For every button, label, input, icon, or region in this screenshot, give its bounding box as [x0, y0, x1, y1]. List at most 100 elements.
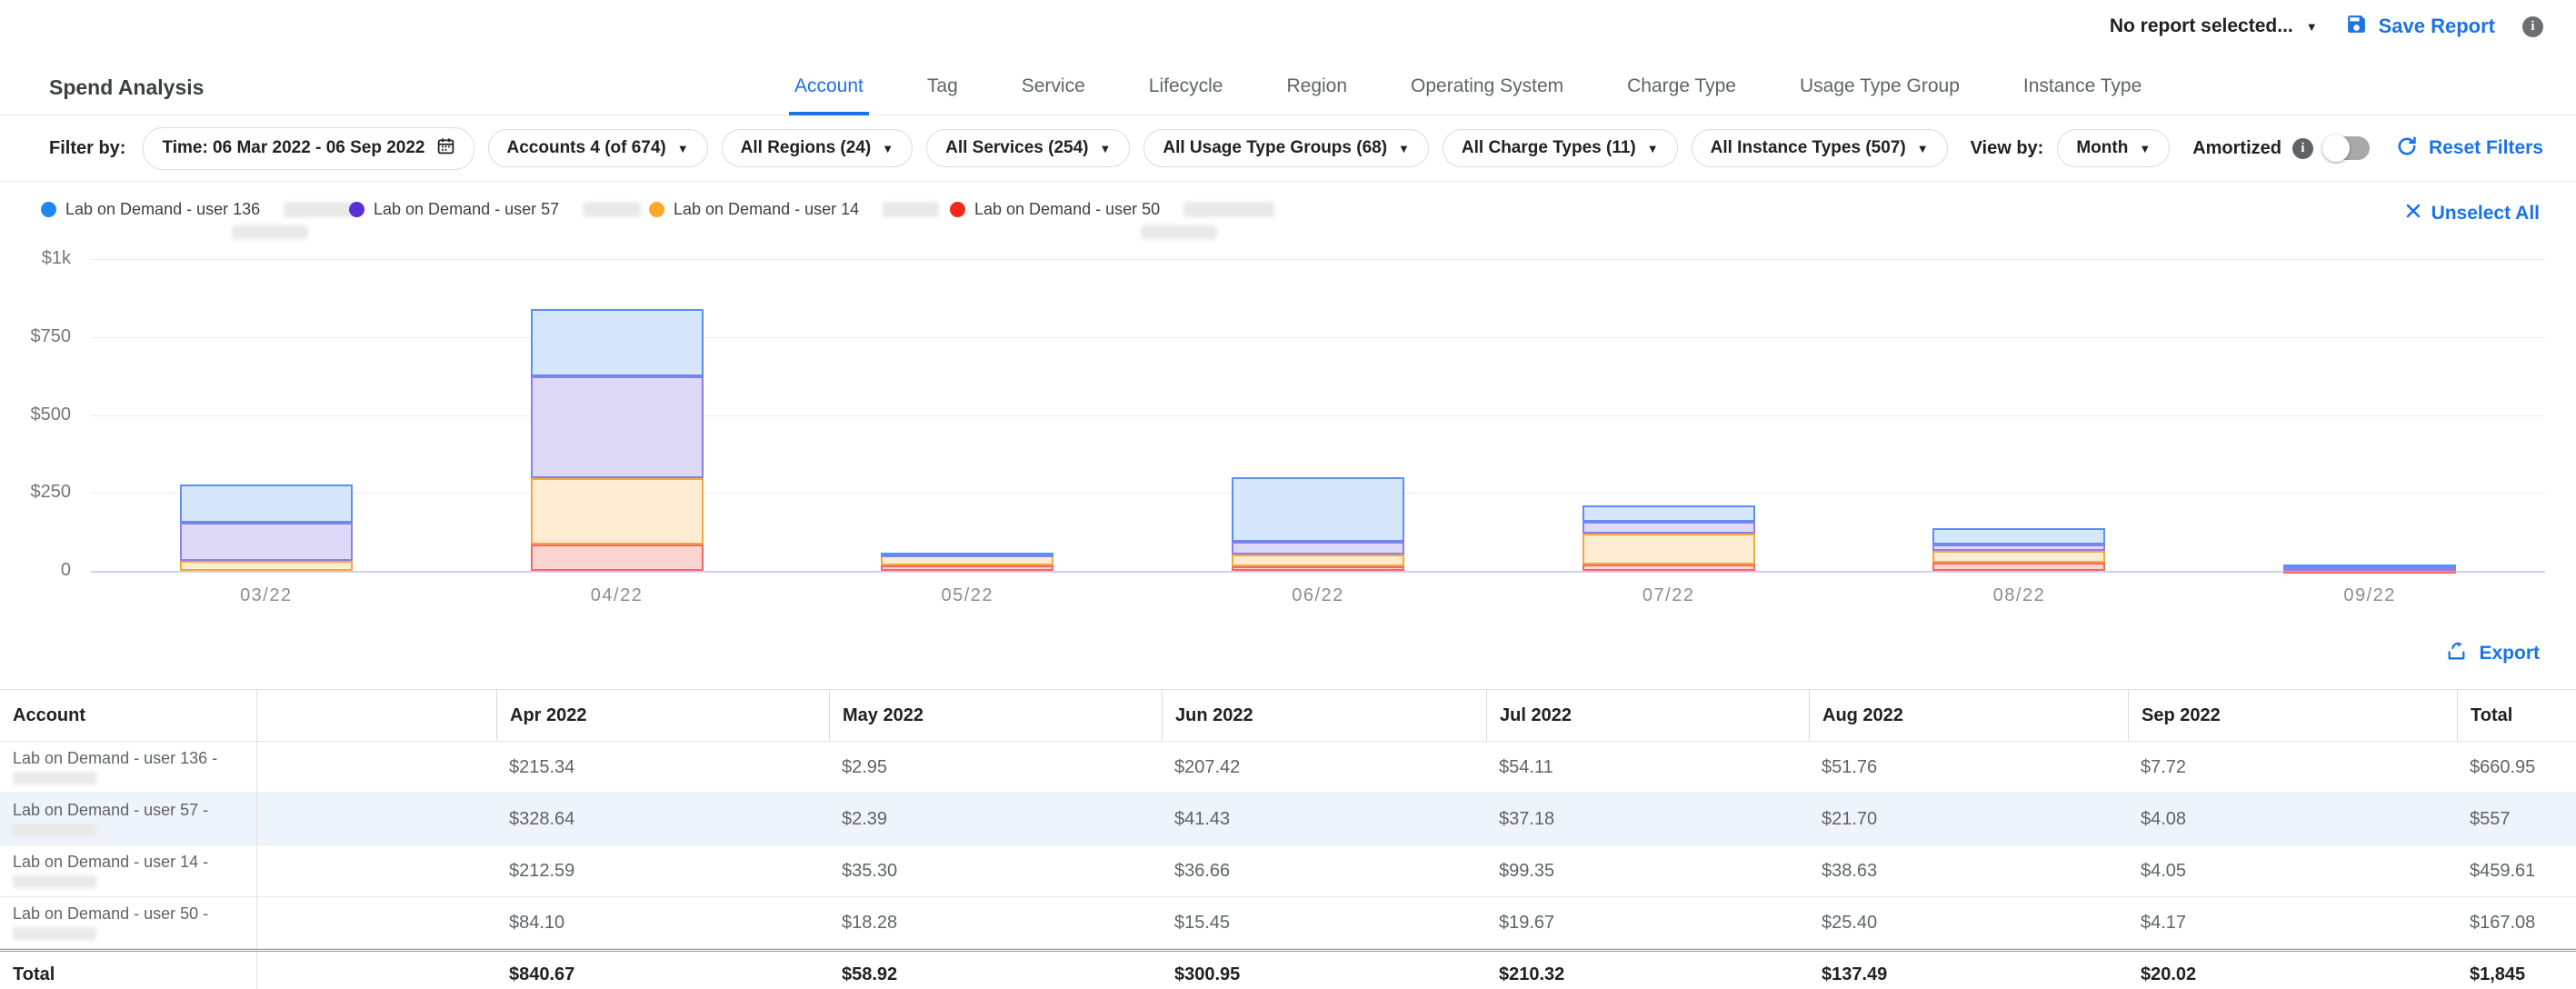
value-cell: $36.66	[1162, 845, 1486, 896]
redacted-text	[13, 824, 96, 836]
filter-pill-time[interactable]: Time: 06 Mar 2022 - 06 Sep 2022	[143, 127, 474, 170]
reset-filters-label: Reset Filters	[2429, 137, 2543, 159]
bar-segment[interactable]	[1232, 477, 1404, 542]
legend-item-4[interactable]: Lab on Demand - user 50	[950, 200, 1274, 219]
column-header-aug-2022[interactable]: Aug 2022	[1809, 690, 2128, 741]
bar-segment[interactable]	[881, 553, 1053, 556]
bar-segment[interactable]	[1932, 563, 2105, 571]
total-value-cell: $58.92	[829, 952, 1162, 989]
tab-region[interactable]: Region	[1281, 75, 1353, 115]
bar-segment[interactable]	[1932, 551, 2105, 563]
value-cell: $7.72	[2128, 742, 2457, 793]
title-tabs-row: Spend Analysis AccountTagServiceLifecycl…	[0, 58, 2576, 115]
bar-segment[interactable]	[1583, 522, 1755, 534]
amortized-info-icon[interactable]: i	[2292, 138, 2313, 159]
bar-segment[interactable]	[1932, 544, 2105, 551]
total-label-cell: Total	[0, 952, 257, 989]
tab-operating-system[interactable]: Operating System	[1405, 75, 1569, 115]
bar-segment[interactable]	[881, 565, 1053, 571]
bar-segment[interactable]	[1932, 528, 2105, 544]
chevron-down-icon: ▼	[1917, 143, 1929, 155]
filter-pill-instance-types[interactable]: All Instance Types (507)▼	[1692, 129, 1948, 167]
save-icon	[2345, 13, 2368, 40]
bar-segment[interactable]	[1583, 505, 1755, 523]
value-cell: $2.95	[829, 742, 1162, 793]
total-value-cell: $840.67	[496, 952, 829, 989]
bar-segment[interactable]	[180, 561, 353, 571]
tab-usage-type-group[interactable]: Usage Type Group	[1794, 75, 1965, 115]
tab-tag[interactable]: Tag	[922, 75, 964, 115]
unselect-all-label: Unselect All	[2431, 203, 2540, 225]
filter-pills: Time: 06 Mar 2022 - 06 Sep 2022 Accounts …	[143, 127, 1947, 170]
value-cell: $19.67	[1486, 897, 1809, 948]
reset-filters-button[interactable]: Reset Filters	[2396, 135, 2543, 162]
filter-pill-accounts-label: Accounts 4 (of 674)	[507, 138, 666, 158]
save-report-button[interactable]: Save Report	[2345, 13, 2495, 40]
bar-segment[interactable]	[1232, 542, 1404, 554]
value-cell: $215.34	[496, 742, 829, 793]
column-header-sep-2022[interactable]: Sep 2022	[2128, 690, 2457, 741]
bar-segment[interactable]	[1583, 534, 1755, 564]
tabs: Account Tag Service Lifecycle Region Operatin…	[789, 75, 2147, 115]
y-axis-tick: $750	[0, 326, 71, 347]
legend-item-3[interactable]: Lab on Demand - user 14	[649, 200, 939, 219]
tab-lifecycle[interactable]: Lifecycle	[1143, 75, 1229, 115]
filter-pill-regions[interactable]: All Regions (24)▼	[722, 129, 913, 167]
chevron-down-icon: ▼	[1647, 143, 1659, 155]
column-header-jul-2022[interactable]: Jul 2022	[1486, 690, 1809, 741]
table-row[interactable]: Lab on Demand - user 57 -$328.64$2.39$41…	[0, 794, 2576, 845]
table-row[interactable]: Lab on Demand - user 136 -$215.34$2.95$2…	[0, 742, 2576, 794]
column-header-jun-2022[interactable]: Jun 2022	[1162, 690, 1486, 741]
tab-charge-type[interactable]: Charge Type	[1622, 75, 1742, 115]
filter-pill-usage-type-groups[interactable]: All Usage Type Groups (68) ▼	[1143, 129, 1429, 167]
cell-spacer	[257, 845, 496, 896]
amortized-toggle[interactable]	[2324, 136, 2370, 160]
filter-pill-services[interactable]: All Services (254)▼	[926, 129, 1130, 167]
filter-pill-accounts[interactable]: Accounts 4 (of 674)▼	[488, 129, 708, 167]
tab-instance-type[interactable]: Instance Type	[2018, 75, 2147, 115]
unselect-all-button[interactable]: Unselect All	[2404, 202, 2540, 225]
table-row[interactable]: Lab on Demand - user 14 -$212.59$35.30$3…	[0, 845, 2576, 897]
redacted-text	[883, 202, 939, 217]
account-name: Lab on Demand - user 14 -	[13, 854, 208, 872]
column-header-apr-2022[interactable]: Apr 2022	[496, 690, 829, 741]
bar-segment[interactable]	[180, 485, 353, 523]
column-header-account: Account	[0, 690, 257, 741]
value-cell: $35.30	[829, 845, 1162, 896]
export-button[interactable]: Export	[2445, 640, 2540, 667]
total-value-cell: $300.95	[1162, 952, 1486, 989]
tab-account[interactable]: Account	[789, 75, 869, 115]
legend-item-1[interactable]: Lab on Demand - user 136	[41, 200, 354, 219]
table-row[interactable]: Lab on Demand - user 50 -$84.10$18.28$15…	[0, 897, 2576, 949]
chevron-down-icon: ▼	[1398, 143, 1410, 155]
column-header-may-2022[interactable]: May 2022	[829, 690, 1162, 741]
y-axis-tick: 0	[0, 560, 71, 581]
report-selector[interactable]: No report selected... ▼	[2110, 15, 2318, 37]
value-cell: $51.76	[1809, 742, 2128, 793]
x-axis-tick: 09/22	[2283, 585, 2456, 606]
bar-segment[interactable]	[1232, 566, 1404, 571]
filter-pill-charge-types[interactable]: All Charge Types (11)▼	[1443, 129, 1678, 167]
column-header-total[interactable]: Total	[2457, 690, 2576, 741]
bar-segment[interactable]	[531, 309, 704, 376]
info-icon[interactable]: i	[2522, 16, 2543, 37]
close-icon	[2404, 202, 2422, 225]
value-cell: $84.10	[496, 897, 829, 948]
filter-pill-regions-label: All Regions (24)	[741, 138, 872, 158]
filter-pill-usage-type-groups-label: All Usage Type Groups (68)	[1163, 138, 1387, 158]
cell-spacer	[257, 742, 496, 793]
bar-segment[interactable]	[531, 544, 704, 571]
bar-segment[interactable]	[531, 376, 704, 479]
redacted-text	[284, 202, 354, 217]
bar-segment[interactable]	[180, 523, 353, 561]
bar-segment[interactable]	[2283, 564, 2456, 568]
legend-item-2[interactable]: Lab on Demand - user 57	[349, 200, 641, 219]
bar-segment[interactable]	[1583, 564, 1755, 571]
view-by-select[interactable]: Month ▼	[2057, 129, 2170, 167]
bar-segment[interactable]	[1232, 554, 1404, 566]
amortized-label: Amortized	[2192, 138, 2281, 159]
view-by-label: View by:	[1971, 138, 2044, 159]
tab-service[interactable]: Service	[1016, 75, 1091, 115]
legend-label: Lab on Demand - user 57	[374, 200, 559, 219]
bar-segment[interactable]	[531, 478, 704, 544]
